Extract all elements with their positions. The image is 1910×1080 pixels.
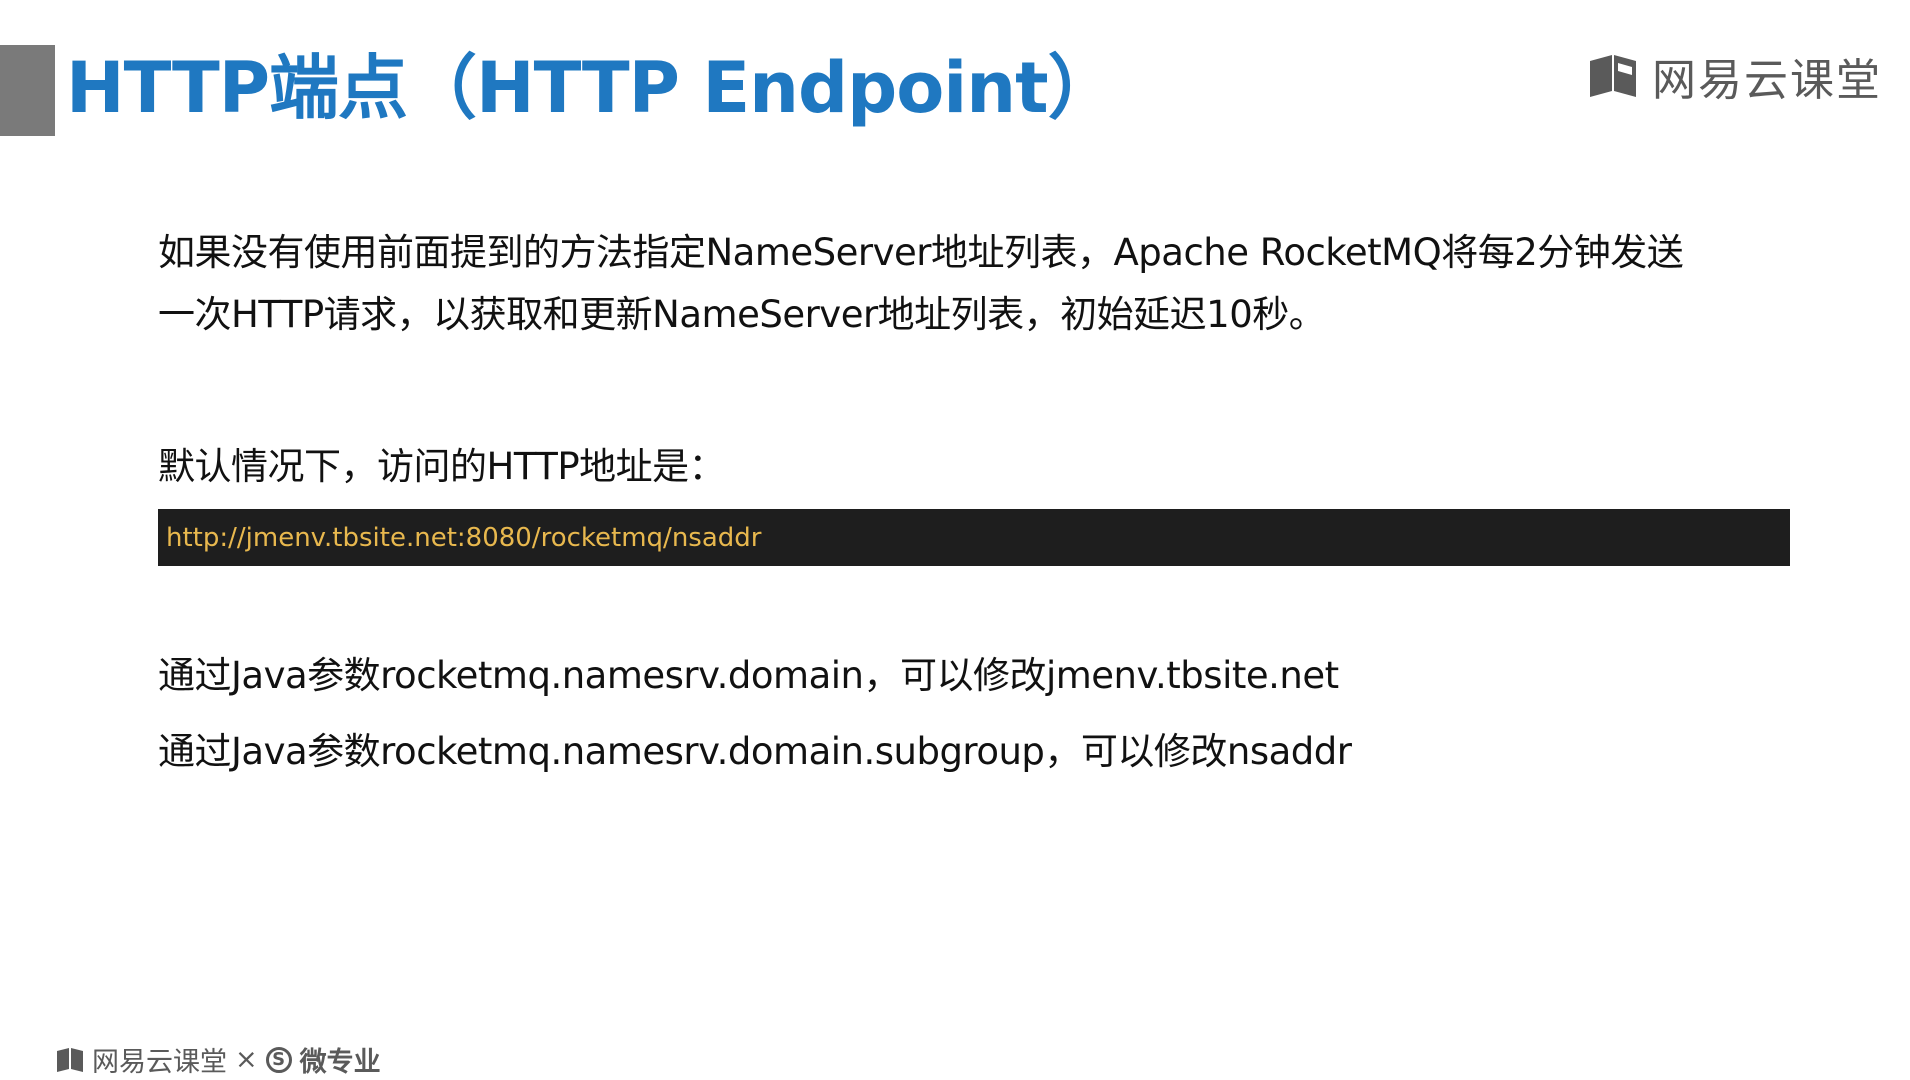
footer-book-icon (57, 1047, 83, 1072)
partner-s-icon: S (265, 1046, 292, 1073)
intro-line-1: 如果没有使用前面提到的方法指定NameServer地址列表，Apache Roc… (158, 231, 1684, 274)
footer-branding: 网易云课堂 × S 微专业 (56, 1040, 381, 1079)
default-address-label: 默认情况下，访问的HTTP地址是： (158, 445, 726, 488)
brand-logo: 网易云课堂 (1588, 44, 1882, 108)
domain-note: 通过Java参数rocketmq.namesrv.domain，可以修改jmen… (158, 654, 1339, 697)
title-accent-bar (0, 45, 55, 136)
footer-brand-name: 网易云课堂 (92, 1047, 227, 1078)
brand-name: 网易云课堂 (1652, 55, 1882, 106)
book-icon (1590, 55, 1636, 97)
slide: HTTP端点（HTTP Endpoint） 网易云课堂 如果没有使用前面提到的方… (0, 0, 1910, 1080)
code-url: http://jmenv.tbsite.net:8080/rocketmq/ns… (166, 522, 762, 553)
subgroup-note: 通过Java参数rocketmq.namesrv.domain.subgroup… (158, 730, 1352, 773)
intro-line-2: 一次HTTP请求，以获取和更新NameServer地址列表，初始延迟10秒。 (158, 293, 1326, 336)
footer-partner-name: 微专业 (299, 1047, 381, 1078)
footer-separator: × (235, 1044, 258, 1075)
code-block: http://jmenv.tbsite.net:8080/rocketmq/ns… (158, 509, 1790, 566)
page-title: HTTP端点（HTTP Endpoint） (66, 47, 1118, 129)
